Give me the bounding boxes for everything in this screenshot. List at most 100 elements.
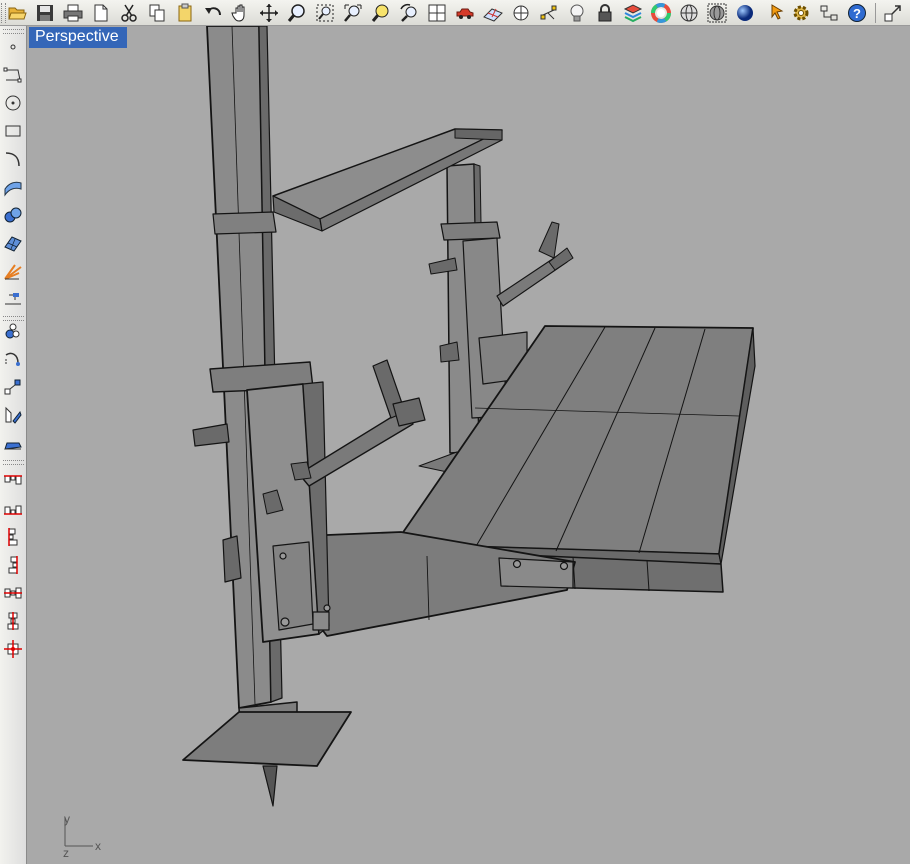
- svg-text:?: ?: [853, 6, 861, 21]
- lightbulb-icon: [570, 4, 584, 22]
- set-cplane-button[interactable]: [453, 1, 477, 25]
- circle-tool[interactable]: [1, 90, 25, 116]
- magnifier-icon: [287, 4, 305, 22]
- clipboard-icon: [178, 3, 192, 22]
- transform-icon: [5, 406, 22, 424]
- align-center-tool[interactable]: [1, 636, 25, 662]
- layers-icon: [623, 4, 643, 23]
- cut-button[interactable]: [117, 1, 141, 25]
- rectangle-tool[interactable]: [1, 118, 25, 144]
- color-button[interactable]: [649, 1, 673, 25]
- transform-tool[interactable]: [1, 402, 25, 428]
- base-plate[interactable]: [182, 711, 352, 807]
- copy-button[interactable]: [145, 1, 169, 25]
- grid-options-button[interactable]: [481, 1, 505, 25]
- rotate-view-button[interactable]: [257, 1, 281, 25]
- group-icon: [5, 323, 20, 339]
- align-right-tool[interactable]: [1, 552, 25, 578]
- point-icon: [10, 44, 16, 50]
- align-top-tool[interactable]: [1, 468, 25, 494]
- printer-icon: [63, 4, 83, 22]
- explode-icon: [4, 264, 22, 280]
- undo-button[interactable]: [201, 1, 225, 25]
- top-toolbar: ?: [0, 0, 910, 26]
- solid-tool[interactable]: [1, 202, 25, 228]
- arc-tool[interactable]: [1, 146, 25, 172]
- viewport-title[interactable]: Perspective: [29, 27, 127, 48]
- explode-tool[interactable]: [1, 258, 25, 284]
- shaded-button[interactable]: [705, 1, 729, 25]
- blue-sphere-icon: [737, 5, 753, 21]
- rotate-arrows-icon: [260, 4, 278, 22]
- dimension-tool[interactable]: [1, 286, 25, 312]
- analyze-tool[interactable]: [1, 430, 25, 456]
- circle-icon: [5, 95, 21, 111]
- render-button[interactable]: [733, 1, 757, 25]
- perspective-viewport[interactable]: y x z Perspective: [27, 26, 910, 864]
- help-button[interactable]: ?: [845, 1, 869, 25]
- options-button[interactable]: [789, 1, 813, 25]
- axis-label-x: x: [95, 839, 101, 853]
- arrow-cursor-icon: [771, 4, 784, 20]
- move-tool[interactable]: [1, 374, 25, 400]
- align-top-icon: [4, 475, 22, 485]
- left-toolbar: [0, 26, 27, 864]
- align-bottom-tool[interactable]: [1, 496, 25, 522]
- align-vcenter-tool[interactable]: [1, 608, 25, 634]
- floppy-disk-icon: [37, 5, 53, 21]
- paste-button[interactable]: [173, 1, 197, 25]
- select-points-button[interactable]: [537, 1, 561, 25]
- undo-arrow-icon: [205, 7, 221, 16]
- layer-button[interactable]: [621, 1, 645, 25]
- expand-arrow-icon: [884, 5, 901, 22]
- point-tool[interactable]: [1, 34, 25, 60]
- align-hcenter-tool[interactable]: [1, 580, 25, 606]
- open-button[interactable]: [5, 1, 29, 25]
- print-button[interactable]: [61, 1, 85, 25]
- gear-icon: [793, 5, 809, 21]
- axis-label-z: z: [63, 846, 69, 860]
- zoom-extents-button[interactable]: [341, 1, 365, 25]
- osnap-button[interactable]: [509, 1, 533, 25]
- expand-button[interactable]: [881, 1, 905, 25]
- surface-icon: [4, 181, 22, 197]
- mesh-tool[interactable]: [1, 230, 25, 256]
- align-hcenter-icon: [4, 587, 22, 599]
- undo-view-button[interactable]: [397, 1, 421, 25]
- surface-tool[interactable]: [1, 174, 25, 200]
- group-tool[interactable]: [1, 318, 25, 344]
- grid-plane-icon: [483, 8, 503, 22]
- move-icon: [4, 379, 21, 395]
- front-post[interactable]: [206, 26, 331, 743]
- four-viewports-button[interactable]: [425, 1, 449, 25]
- arc-icon: [5, 152, 20, 167]
- save-button[interactable]: [33, 1, 57, 25]
- toolbar-divider: [3, 460, 24, 465]
- select-button[interactable]: [765, 1, 789, 25]
- pan-button[interactable]: [229, 1, 253, 25]
- fillet-tool[interactable]: [1, 346, 25, 372]
- zoom-window-button[interactable]: [313, 1, 337, 25]
- wireframe-button[interactable]: [677, 1, 701, 25]
- zoom-selected-icon: [371, 4, 389, 22]
- zoom-selected-button[interactable]: [369, 1, 393, 25]
- model-scene[interactable]: y x z: [27, 26, 910, 864]
- color-wheel-icon: [651, 3, 671, 23]
- hand-icon: [231, 4, 245, 22]
- light-button[interactable]: [565, 1, 589, 25]
- curve-tool[interactable]: [1, 62, 25, 88]
- new-document-button[interactable]: [89, 1, 113, 25]
- align-right-icon: [8, 556, 18, 574]
- copy-icon: [149, 4, 165, 22]
- dimension-icon: [5, 293, 21, 305]
- properties-button[interactable]: [817, 1, 841, 25]
- zoom-button[interactable]: [285, 1, 309, 25]
- toolbar-separator: [875, 3, 876, 23]
- scissors-icon: [121, 4, 137, 22]
- shaded-sphere-icon: [707, 3, 727, 23]
- align-left-icon: [8, 528, 18, 546]
- lock-button[interactable]: [593, 1, 617, 25]
- align-left-tool[interactable]: [1, 524, 25, 550]
- zoom-extents-icon: [344, 4, 362, 22]
- polyline-icon: [3, 67, 22, 83]
